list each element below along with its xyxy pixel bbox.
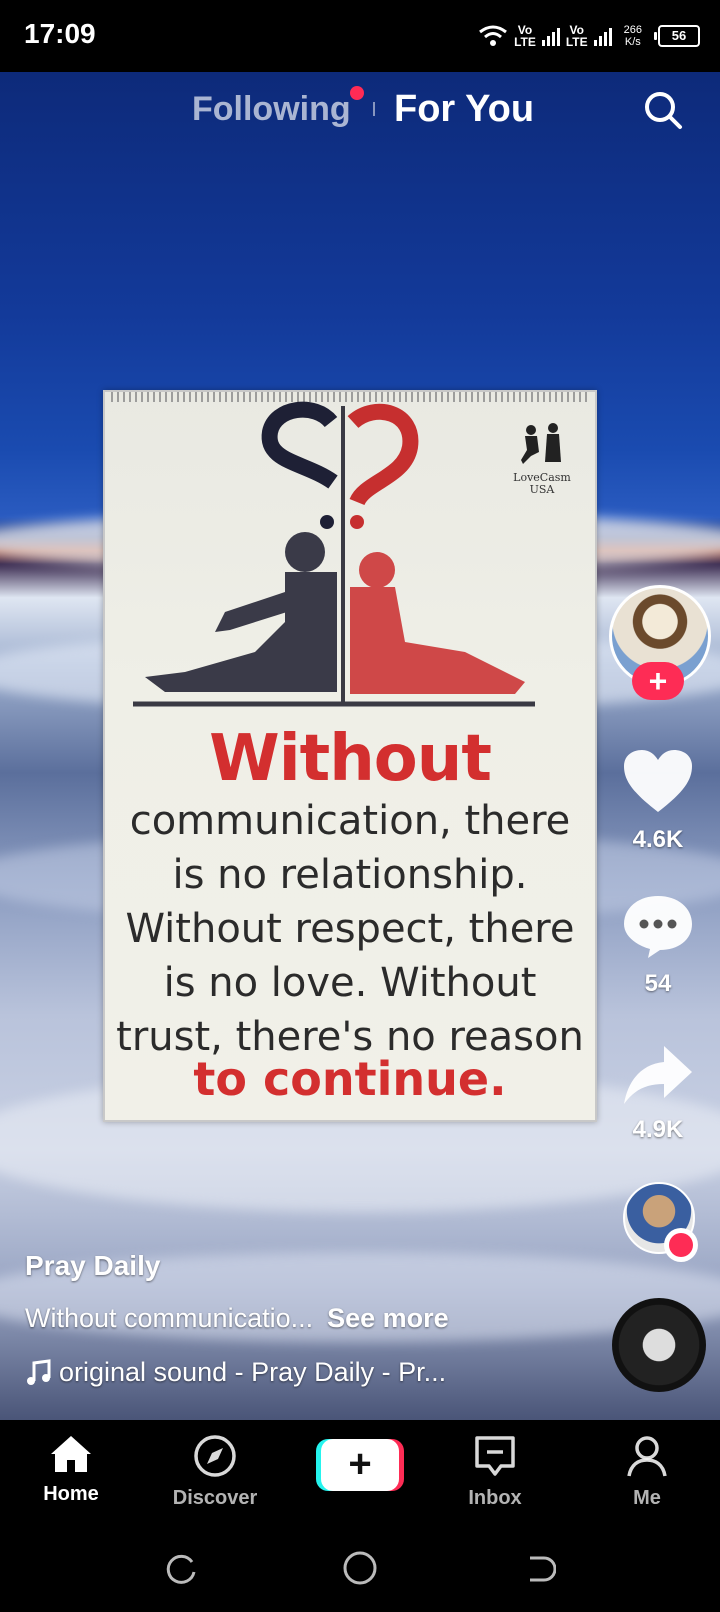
see-more-link[interactable]: See more xyxy=(327,1303,449,1333)
network-speed: 266 K/s xyxy=(623,24,642,48)
signal-icon-1 xyxy=(541,26,560,46)
like-heart-icon[interactable] xyxy=(622,748,694,814)
system-nav-bar xyxy=(0,1528,720,1612)
feed-tabs: Following For You xyxy=(0,80,720,140)
video-caption[interactable]: Without communicatio... See more xyxy=(25,1303,449,1334)
nav-discover-label: Discover xyxy=(172,1487,258,1509)
nav-me[interactable]: Me xyxy=(592,1434,702,1510)
poster-ending: to continue. xyxy=(193,1052,507,1106)
poster-line: is no relationship. xyxy=(172,852,528,898)
inbox-icon xyxy=(475,1436,515,1476)
notification-dot xyxy=(350,86,364,100)
nav-inbox[interactable]: Inbox xyxy=(440,1434,550,1510)
poster-line: communication, there xyxy=(129,798,571,844)
status-icons: Vo LTE Vo LTE 266 K/s 56 xyxy=(478,18,700,54)
volte-label-2: Vo LTE xyxy=(565,23,588,49)
caption-text: Without communicatio... xyxy=(25,1303,314,1333)
poster-brand: LoveCasm USA xyxy=(513,471,571,496)
sound-link[interactable]: original sound - Pray Daily - Pr... xyxy=(25,1357,446,1388)
share-count: 4.9K xyxy=(632,1116,684,1143)
wifi-icon xyxy=(479,25,507,46)
nav-home[interactable]: Home xyxy=(16,1434,126,1506)
lovecasm-logo-icon xyxy=(521,423,561,464)
compass-icon xyxy=(194,1435,236,1477)
sound-label: original sound - Pray Daily - Pr... xyxy=(59,1357,447,1387)
tab-following[interactable]: Following xyxy=(192,90,351,129)
poster-line: Without respect, there xyxy=(125,906,575,952)
comment-icon[interactable] xyxy=(622,894,694,960)
quote-poster: LoveCasm USA Without communication, ther… xyxy=(103,390,597,1122)
home-icon xyxy=(51,1436,91,1472)
creator-name[interactable]: Pray Daily xyxy=(25,1250,160,1282)
status-bar: 17:09 Vo LTE Vo LTE 266 K/s 56 xyxy=(0,0,720,72)
music-note-icon xyxy=(27,1358,51,1385)
nav-home-label: Home xyxy=(43,1483,99,1505)
music-disc-icon[interactable] xyxy=(612,1298,706,1392)
poster-headline: Without xyxy=(209,722,492,796)
status-time: 17:09 xyxy=(24,18,96,49)
nav-me-label: Me xyxy=(633,1487,661,1509)
search-icon[interactable] xyxy=(643,90,683,130)
tab-for-you[interactable]: For You xyxy=(394,88,534,131)
like-count: 4.6K xyxy=(632,826,684,853)
recents-icon[interactable] xyxy=(164,1552,198,1586)
battery-icon: 56 xyxy=(654,25,700,47)
follow-button[interactable]: + xyxy=(632,662,684,700)
nav-inbox-label: Inbox xyxy=(468,1487,522,1509)
back-icon[interactable] xyxy=(522,1552,556,1586)
signal-icon-2 xyxy=(593,26,612,46)
nav-discover[interactable]: Discover xyxy=(160,1434,270,1510)
poster-line: is no love. Without xyxy=(163,960,537,1006)
create-plus-label: + xyxy=(348,1442,372,1486)
home-circle-icon[interactable] xyxy=(342,1550,378,1586)
profile-icon xyxy=(627,1436,667,1477)
share-arrow-icon[interactable] xyxy=(622,1044,694,1106)
poster-body: communication, there is no relationship.… xyxy=(105,794,595,1064)
send-badge-icon[interactable] xyxy=(664,1228,698,1262)
volte-label-1: Vo LTE xyxy=(514,23,536,49)
comment-count: 54 xyxy=(644,970,672,997)
tab-divider xyxy=(373,102,375,116)
